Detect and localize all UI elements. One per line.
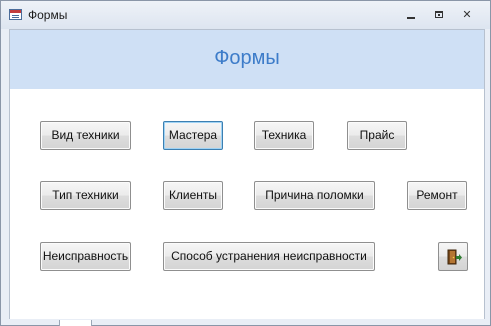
title-bar[interactable]: Формы ✕: [1, 1, 490, 29]
neispravnost-button[interactable]: Неисправность: [40, 242, 131, 271]
minimize-button[interactable]: [401, 7, 421, 23]
maximize-button[interactable]: [429, 7, 449, 23]
tip-tekhniki-button[interactable]: Тип техники: [40, 181, 131, 210]
form-window-icon: [9, 9, 22, 20]
klienty-button[interactable]: Клиенты: [163, 181, 223, 210]
close-icon: ✕: [462, 9, 472, 21]
mastera-button[interactable]: Мастера: [163, 121, 223, 150]
maximize-icon: [435, 11, 443, 18]
form-header-title: Формы: [214, 47, 280, 69]
prichina-polomki-button[interactable]: Причина поломки: [254, 181, 375, 210]
prais-button[interactable]: Прайс: [347, 121, 407, 150]
exit-button[interactable]: [438, 242, 468, 271]
exit-door-icon: [447, 249, 462, 265]
bottom-tab-stub: [59, 320, 92, 326]
tekhnika-button[interactable]: Техника: [254, 121, 314, 150]
remont-button[interactable]: Ремонт: [407, 181, 467, 210]
vid-tekhniki-button[interactable]: Вид техники: [40, 121, 131, 150]
close-button[interactable]: ✕: [457, 7, 477, 23]
sposob-ustraneniya-button[interactable]: Способ устранения неисправности: [163, 242, 375, 271]
form-body: Формы Вид техники Мастера Техника Прайс …: [9, 29, 485, 321]
form-header: Формы: [10, 30, 484, 89]
form-window: Формы ✕ Формы Вид техники Мастера Техник…: [0, 0, 491, 326]
minimize-icon: [407, 17, 415, 19]
window-title: Формы: [28, 8, 68, 22]
